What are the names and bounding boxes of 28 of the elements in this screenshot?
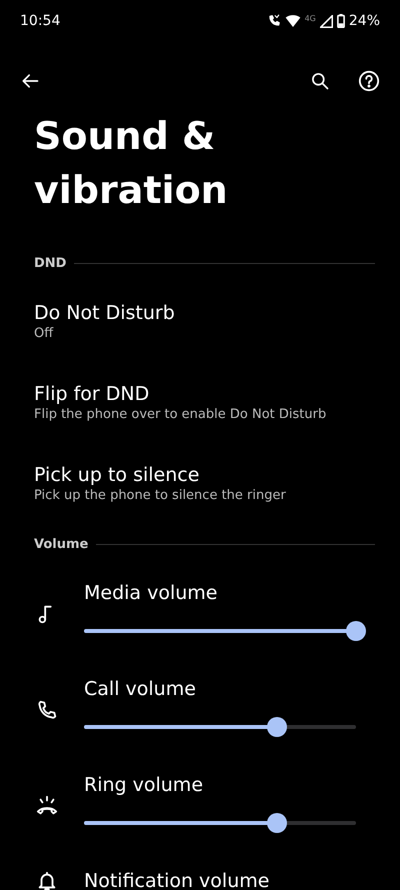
slider-thumb[interactable] <box>267 717 288 737</box>
wifi-icon <box>284 14 301 28</box>
phone-icon <box>36 699 58 721</box>
volume-label: Ring volume <box>84 773 204 797</box>
setting-summary: Flip the phone over to enable Do Not Disturb <box>34 406 328 424</box>
volume-label: Media volume <box>84 581 218 605</box>
volume-label: Notification volume <box>84 869 270 890</box>
clock-time: 10:54 <box>20 13 60 29</box>
setting-title[interactable]: Do Not Disturb <box>34 301 366 325</box>
setting-summary: Off <box>34 325 54 343</box>
wifi-calling-icon <box>266 14 281 28</box>
setting-summary: Pick up the phone to silence the ringer <box>34 487 287 505</box>
help-icon[interactable] <box>358 70 380 92</box>
ringing-phone-icon <box>36 795 58 817</box>
volume-label: Call volume <box>84 677 197 701</box>
bell-icon <box>36 870 58 890</box>
battery-percent: 24% <box>348 13 380 29</box>
section-header: Volume <box>34 537 88 552</box>
page-title: Sound & vibration <box>34 113 229 214</box>
slider-thumb[interactable] <box>267 813 288 833</box>
battery-icon <box>336 14 345 28</box>
search-icon[interactable] <box>310 71 330 91</box>
setting-title[interactable]: Pick up to silence <box>34 463 366 487</box>
section-header: DND <box>34 256 66 271</box>
slider-thumb[interactable] <box>346 621 366 641</box>
network-type: 4G <box>304 14 316 23</box>
setting-title[interactable]: Flip for DND <box>34 382 366 406</box>
signal-icon <box>320 14 333 28</box>
